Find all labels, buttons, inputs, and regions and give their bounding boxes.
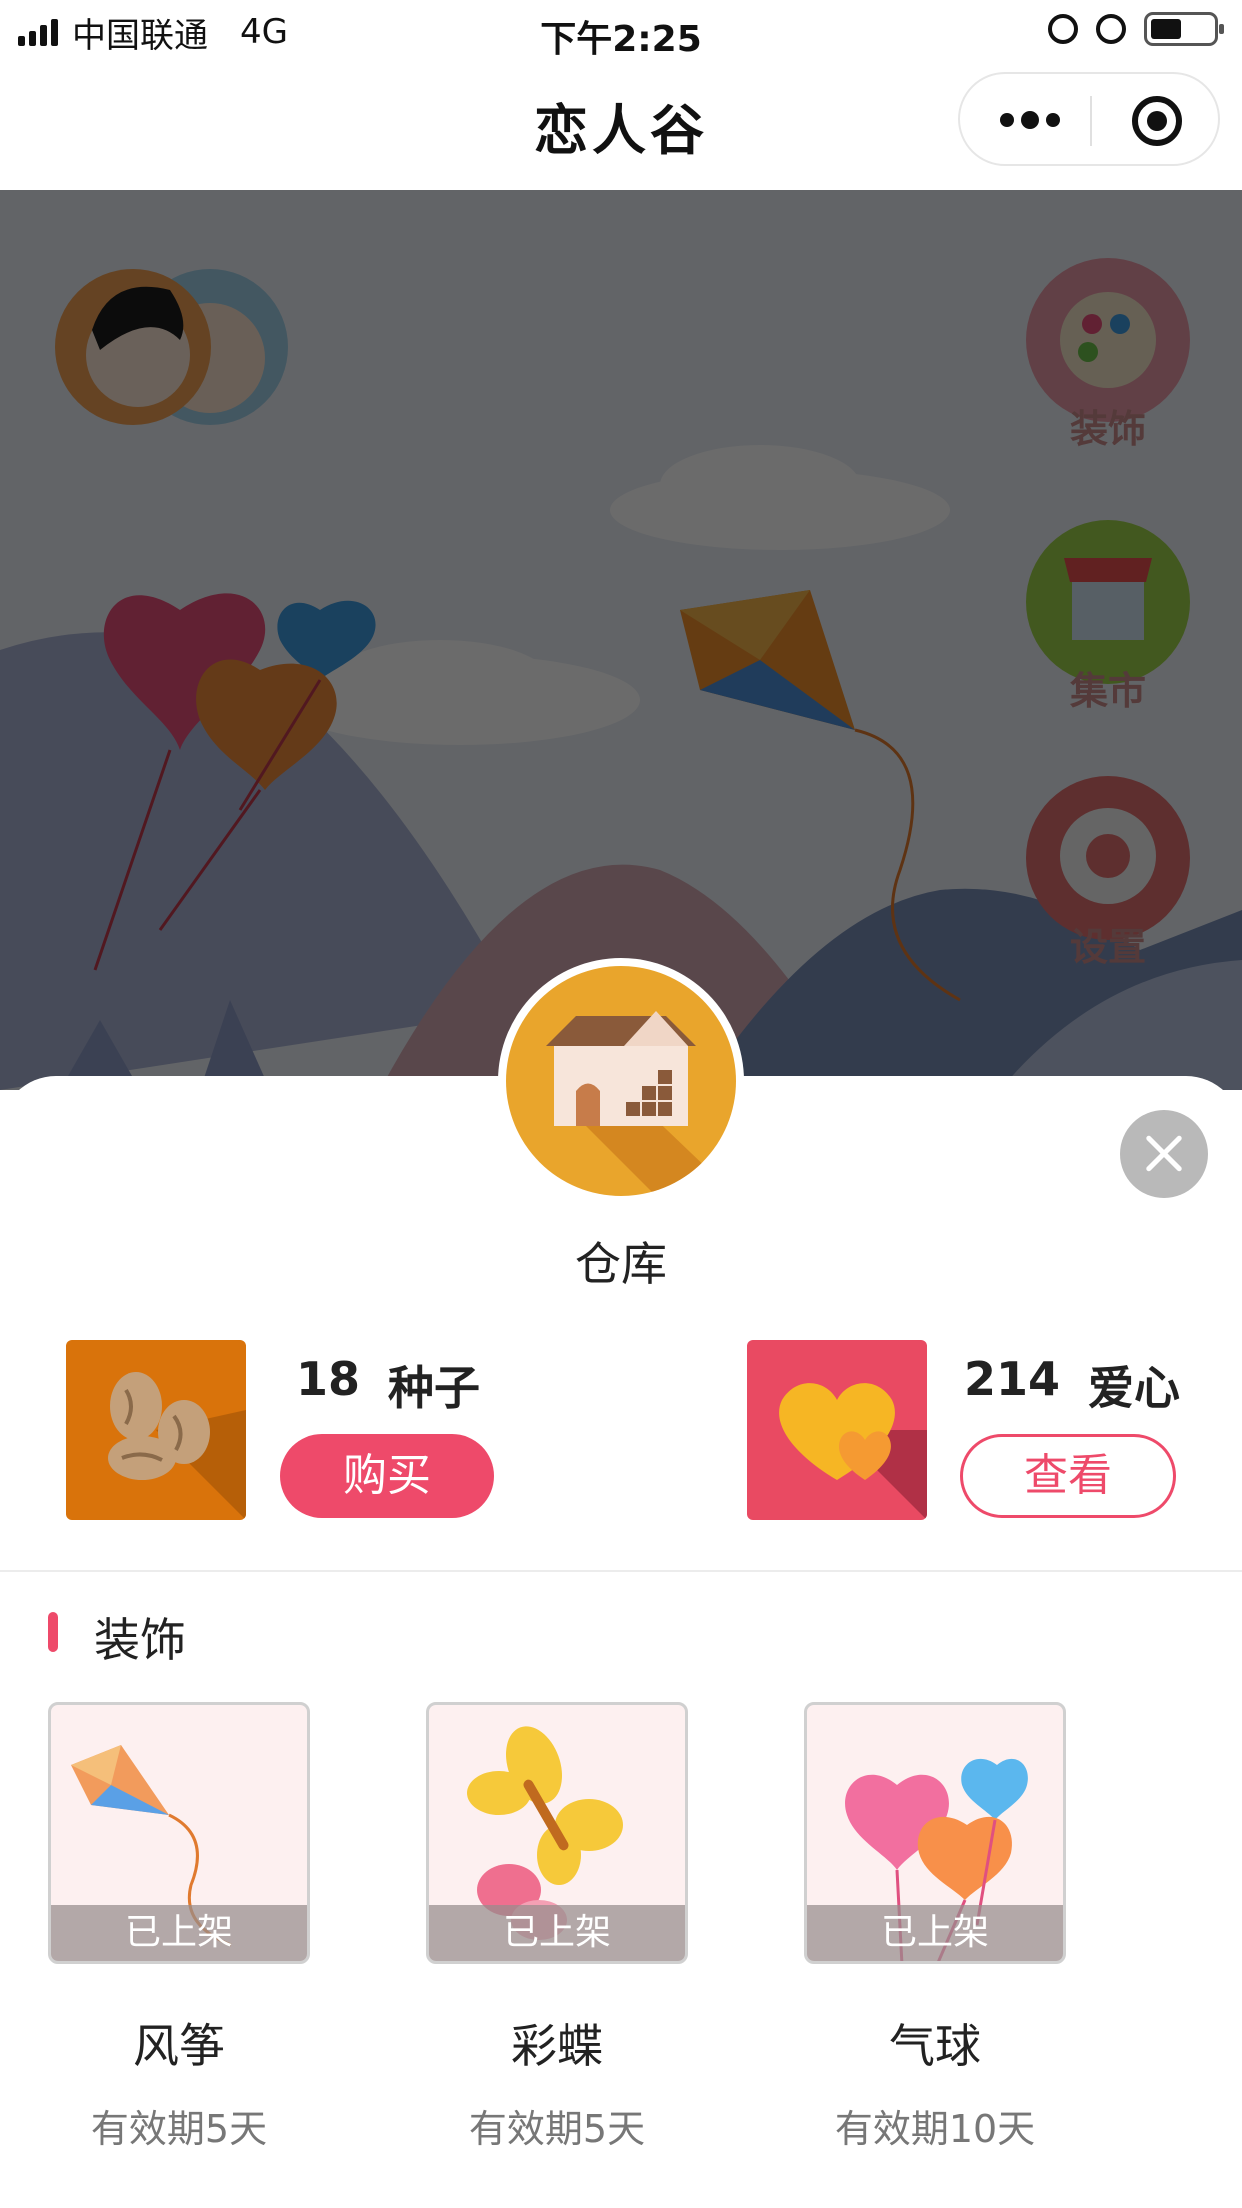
- listed-badge: 已上架: [429, 1905, 685, 1961]
- decoration-card-butterfly[interactable]: 已上架: [426, 1702, 688, 1964]
- seeds-count-label: 种子: [388, 1361, 481, 1415]
- seeds-icon: [108, 1372, 246, 1520]
- battery-icon: [1144, 12, 1224, 46]
- listed-badge: 已上架: [807, 1905, 1063, 1961]
- mini-program-capsule: [958, 72, 1220, 166]
- decoration-validity: 有效期5天: [468, 2107, 646, 2151]
- warehouse-title: 仓库: [575, 1237, 667, 1291]
- decoration-card-balloon[interactable]: 已上架: [804, 1702, 1066, 1964]
- alarm-icon: [1096, 14, 1126, 44]
- status-bar: 中国联通 4G 下午2:25: [0, 0, 1242, 64]
- hearts-count: 214 爱心: [964, 1352, 1180, 1418]
- rotation-lock-icon: [1048, 14, 1078, 44]
- section-accent-bar: [48, 1612, 58, 1652]
- nav-bar: 恋人谷: [0, 64, 1242, 190]
- warehouse-badge: [498, 958, 744, 1204]
- hearts-image: [747, 1340, 927, 1520]
- decorations-section-title: 装饰: [94, 1613, 186, 1667]
- close-mini-program-icon[interactable]: [1132, 96, 1182, 146]
- more-icon[interactable]: [1000, 108, 1060, 132]
- modal-overlay[interactable]: [0, 190, 1242, 1090]
- house-icon: [546, 1011, 736, 1196]
- hearts-count-label: 爱心: [1088, 1361, 1181, 1415]
- seeds-image: [66, 1340, 246, 1520]
- decoration-name: 彩蝶: [511, 2019, 603, 2073]
- decoration-card-kite[interactable]: 已上架: [48, 1702, 310, 1964]
- listed-badge: 已上架: [51, 1905, 307, 1961]
- decoration-validity: 有效期5天: [90, 2107, 268, 2151]
- hearts-count-value: 214: [964, 1352, 1061, 1406]
- section-divider: [0, 1570, 1242, 1572]
- seeds-count-value: 18: [296, 1352, 361, 1406]
- capsule-divider: [1090, 96, 1092, 146]
- close-sheet-button[interactable]: [1120, 1110, 1208, 1198]
- buy-seeds-button[interactable]: 购买: [280, 1434, 494, 1518]
- view-hearts-button[interactable]: 查看: [960, 1434, 1176, 1518]
- hearts-icon: [779, 1383, 927, 1520]
- decoration-name: 气球: [889, 2019, 981, 2073]
- decoration-name: 风筝: [133, 2019, 225, 2073]
- seeds-count: 18 种子: [296, 1352, 480, 1418]
- decoration-validity: 有效期10天: [834, 2107, 1036, 2151]
